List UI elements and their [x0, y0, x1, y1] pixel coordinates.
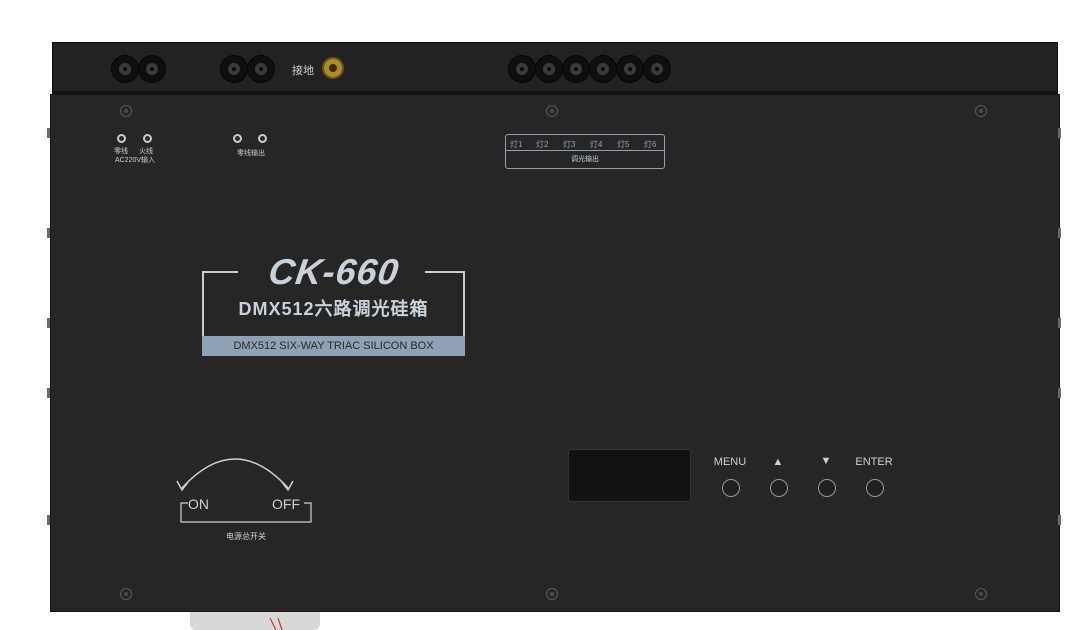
screw-icon	[546, 105, 558, 117]
edge-tab	[1058, 128, 1061, 138]
power-input-connector-2[interactable]	[139, 56, 165, 82]
screw-icon	[120, 105, 132, 117]
edge-tab	[47, 128, 50, 138]
led-display	[568, 449, 691, 502]
screw-icon	[975, 588, 987, 600]
neutral-output-connector-1[interactable]	[221, 56, 247, 82]
ground-label: 接地	[292, 65, 314, 77]
switch-on-label[interactable]: ON	[188, 496, 209, 512]
logo-frame	[202, 271, 238, 273]
switch-off-label[interactable]: OFF	[272, 496, 300, 512]
lamp-output-connector-4[interactable]	[590, 56, 616, 82]
neutral-terminal-icon	[117, 134, 126, 143]
wire-icon	[269, 618, 283, 630]
lamp-label-5: 灯5	[617, 140, 630, 149]
din-rail-clip	[190, 612, 320, 630]
logo-frame	[463, 271, 465, 336]
logo-frame	[425, 271, 465, 273]
edge-tab	[47, 318, 50, 328]
lamp-output-connector-6[interactable]	[644, 56, 670, 82]
screw-icon	[120, 588, 132, 600]
power-switch-caption: 电源总开关	[226, 532, 266, 541]
neutral-output-terminal-icon	[233, 134, 242, 143]
lamp-label-1: 灯1	[510, 140, 523, 149]
edge-tab	[1058, 318, 1061, 328]
up-button[interactable]	[770, 479, 788, 497]
product-name-cn: DMX512六路调光硅箱	[238, 299, 429, 319]
model-name: CK-660	[266, 251, 402, 292]
lamp-output-connector-5[interactable]	[617, 56, 643, 82]
ac-input-label: AC220V输入	[114, 157, 156, 164]
rotate-arrow-icon	[176, 458, 294, 492]
edge-tab	[1058, 388, 1061, 398]
product-name-en: DMX512 SIX-WAY TRIAC SILICON BOX	[233, 340, 434, 352]
edge-tab	[47, 228, 50, 238]
lamp-label-2: 灯2	[536, 140, 549, 149]
dimming-output-caption: 调光输出	[571, 156, 599, 163]
lamp-label-4: 灯4	[590, 140, 603, 149]
enter-label: ENTER	[855, 456, 893, 468]
lamp-label-6: 灯6	[644, 140, 657, 149]
edge-tab	[1058, 515, 1061, 525]
edge-tab	[47, 515, 50, 525]
enter-button[interactable]	[866, 479, 884, 497]
screw-icon	[546, 588, 558, 600]
menu-button[interactable]	[722, 479, 740, 497]
live-terminal-icon	[143, 134, 152, 143]
dimming-output-divider	[505, 150, 665, 151]
neutral-output-connector-2[interactable]	[248, 56, 274, 82]
lamp-output-connector-2[interactable]	[536, 56, 562, 82]
neutral-output-label: 零线输出	[237, 150, 265, 157]
power-input-connector-1[interactable]	[112, 56, 138, 82]
lamp-output-connector-3[interactable]	[563, 56, 589, 82]
screw-icon	[975, 105, 987, 117]
edge-tab	[1058, 228, 1061, 238]
edge-tab	[47, 388, 50, 398]
neutral-output-terminal-icon	[258, 134, 267, 143]
down-button[interactable]	[818, 479, 836, 497]
ground-terminal-icon[interactable]	[322, 57, 344, 79]
lamp-output-connector-1[interactable]	[509, 56, 535, 82]
lamp-label-3: 灯3	[563, 140, 576, 149]
